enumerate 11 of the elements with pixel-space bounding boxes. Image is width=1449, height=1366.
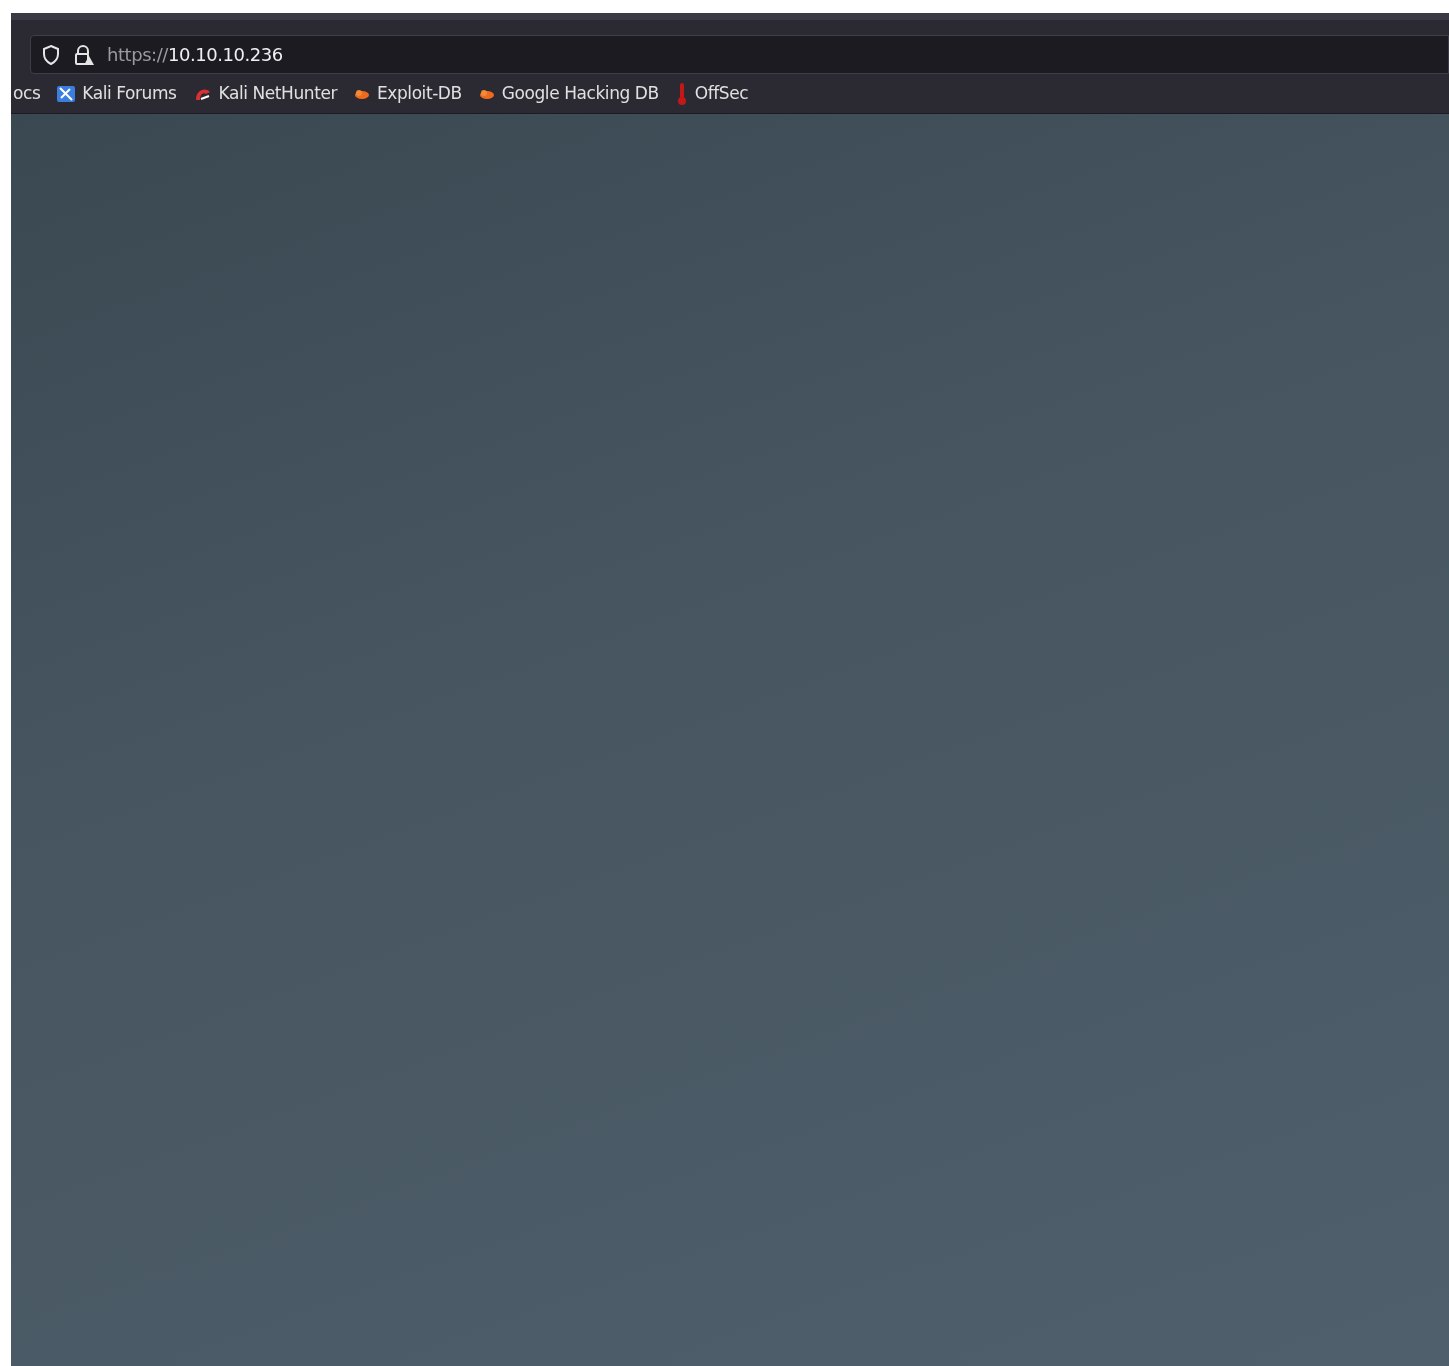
- bookmark-link[interactable]: Exploit-DB: [353, 80, 462, 107]
- shield-icon[interactable]: [41, 43, 61, 66]
- bookmark-link[interactable]: ocs: [11, 80, 41, 107]
- url-text[interactable]: https://10.10.10.236: [107, 41, 283, 68]
- bookmark-link[interactable]: Google Hacking DB: [477, 80, 659, 107]
- lock-warning-icon[interactable]: [73, 43, 95, 66]
- bookmark-link[interactable]: Kali NetHunter: [192, 80, 337, 107]
- bookmark-link[interactable]: Kali Forums: [56, 80, 177, 107]
- bookmark-link[interactable]: OffSec: [674, 80, 749, 107]
- bookmark-icon: [56, 83, 77, 104]
- address-bar[interactable]: https://10.10.10.236: [30, 35, 1449, 74]
